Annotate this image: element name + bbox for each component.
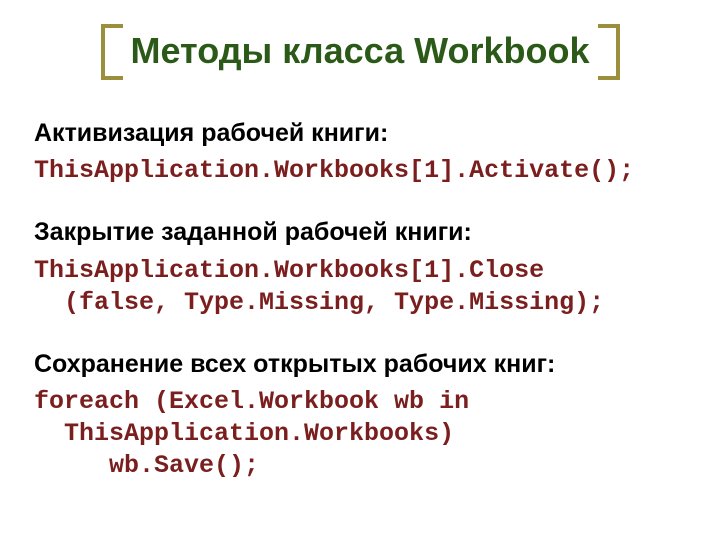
code-activation: ThisApplication.Workbooks[1].Activate(); [34,155,686,187]
label-activation: Активизация рабочей книги: [34,118,686,149]
slide-title-container: Методы класса Workbook [101,24,620,80]
bracket-left-icon [101,24,123,80]
slide-body: Активизация рабочей книги: ThisApplicati… [34,118,686,490]
slide-title: Методы класса Workbook [131,30,590,71]
label-close: Закрытие заданной рабочей книги: [34,217,686,248]
code-close: ThisApplication.Workbooks[1].Close (fals… [34,255,686,319]
code-save: foreach (Excel.Workbook wb in ThisApplic… [34,386,686,482]
title-area: Методы класса Workbook [0,24,720,80]
bracket-right-icon [598,24,620,80]
label-save: Сохранение всех открытых рабочих книг: [34,349,686,380]
